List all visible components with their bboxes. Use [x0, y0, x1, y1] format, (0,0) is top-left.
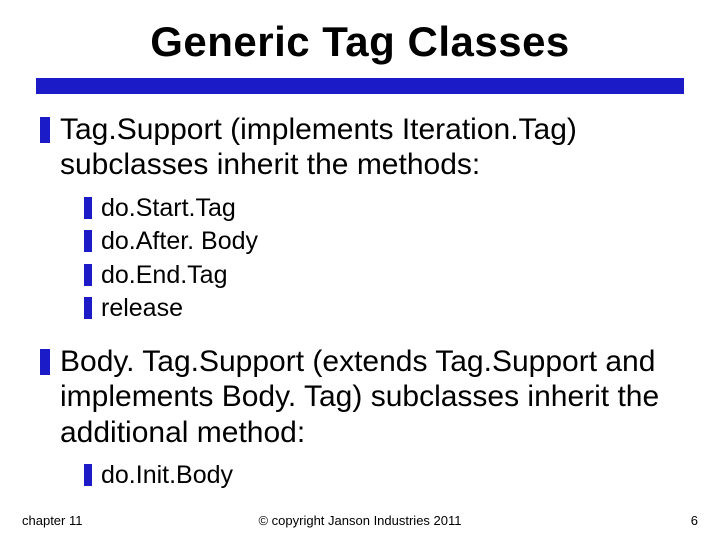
list-item-text: Tag.Support (implements Iteration.Tag) s… [60, 112, 684, 183]
slide-title: Generic Tag Classes [36, 18, 684, 66]
bullet-icon [84, 230, 92, 252]
list-item: do.After. Body [84, 226, 684, 257]
bullet-icon [84, 464, 92, 486]
sublist-item-text: do.End.Tag [101, 260, 228, 291]
list-item: do.End.Tag [84, 260, 684, 291]
bullet-icon [84, 297, 92, 319]
bullet-icon [40, 349, 50, 375]
sublist-item-text: do.Start.Tag [101, 193, 236, 224]
slide: Generic Tag Classes Tag.Support (impleme… [0, 0, 720, 540]
sublist-item-text: release [101, 293, 183, 324]
sublist: do.Init.Body [84, 460, 684, 491]
sublist-item-text: do.Init.Body [101, 460, 233, 491]
list-item-text: Body. Tag.Support (extends Tag.Support a… [60, 344, 684, 450]
title-underline [36, 78, 684, 94]
bullet-icon [40, 117, 50, 143]
list-item: Body. Tag.Support (extends Tag.Support a… [40, 344, 684, 450]
list-item: Tag.Support (implements Iteration.Tag) s… [40, 112, 684, 183]
bullet-icon [84, 264, 92, 286]
sublist-item-text: do.After. Body [101, 226, 258, 257]
slide-content: Tag.Support (implements Iteration.Tag) s… [36, 112, 684, 490]
bullet-icon [84, 197, 92, 219]
list-item: do.Start.Tag [84, 193, 684, 224]
slide-footer: chapter 11 © copyright Janson Industries… [0, 513, 720, 528]
sublist: do.Start.Tag do.After. Body do.End.Tag r… [84, 193, 684, 324]
list-item: do.Init.Body [84, 460, 684, 491]
footer-center: © copyright Janson Industries 2011 [0, 513, 720, 528]
list-item: release [84, 293, 684, 324]
